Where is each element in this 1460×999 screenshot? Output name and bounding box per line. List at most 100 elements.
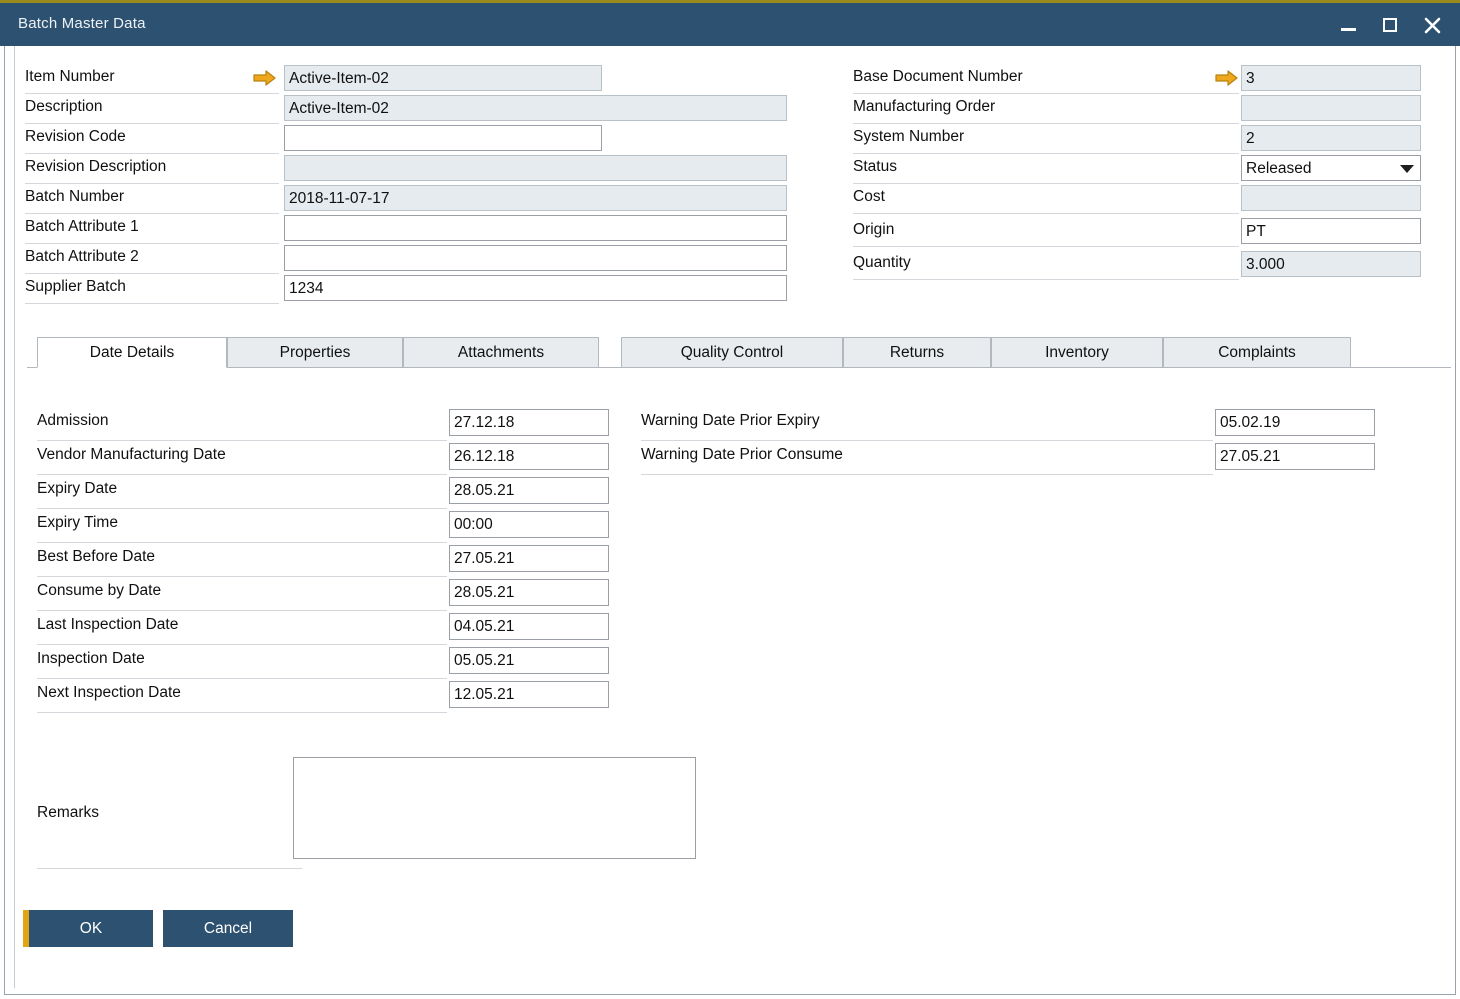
field-row-batch-number: Batch Number 2018-11-07-17 [25, 185, 785, 215]
field-row-manufacturing-order: Manufacturing Order [853, 95, 1433, 125]
field-row-quantity: Quantity 3.000 [853, 251, 1433, 281]
input-warning-date-prior-expiry[interactable]: 05.02.19 [1215, 409, 1375, 436]
batch-master-data-window: Batch Master Data Item Number [0, 0, 1460, 999]
input-quantity[interactable]: 3.000 [1241, 251, 1421, 277]
field-row-origin: Origin PT [853, 218, 1433, 248]
label-warning-date-prior-consume: Warning Date Prior Consume [641, 442, 1213, 475]
input-revision-description[interactable] [284, 155, 787, 181]
label-description: Description [25, 95, 279, 124]
row-warning-date-prior-consume: Warning Date Prior Consume 27.05.21 [641, 442, 1375, 476]
label-expiry-date: Expiry Date [37, 476, 447, 509]
field-row-status: Status Released [853, 155, 1433, 185]
tab-returns[interactable]: Returns [843, 337, 991, 368]
tab-inventory[interactable]: Inventory [991, 337, 1163, 368]
tab-quality-control[interactable]: Quality Control [621, 337, 843, 368]
minimize-button[interactable] [1334, 11, 1362, 39]
input-batch-attribute-2[interactable] [284, 245, 787, 271]
select-status[interactable]: Released [1241, 155, 1421, 181]
tab-bar: Date Details Properties Attachments Qual… [27, 337, 1447, 368]
input-origin[interactable]: PT [1241, 218, 1421, 244]
field-row-system-number: System Number 2 [853, 125, 1433, 155]
base-document-number-link-arrow-icon[interactable] [1215, 69, 1239, 87]
window-controls [1334, 11, 1446, 39]
input-next-inspection-date[interactable]: 12.05.21 [449, 681, 609, 708]
input-item-number[interactable]: Active-Item-02 [284, 65, 602, 91]
label-expiry-time: Expiry Time [37, 510, 447, 543]
field-row-revision-code: Revision Code [25, 125, 785, 155]
input-admission[interactable]: 27.12.18 [449, 409, 609, 436]
label-base-document-number: Base Document Number [853, 65, 1239, 94]
label-revision-description: Revision Description [25, 155, 279, 184]
input-supplier-batch[interactable]: 1234 [284, 275, 787, 301]
row-inspection-date: Inspection Date 05.05.21 [37, 646, 617, 680]
input-expiry-time[interactable]: 00:00 [449, 511, 609, 538]
label-vendor-manufacturing-date: Vendor Manufacturing Date [37, 442, 447, 475]
row-last-inspection-date: Last Inspection Date 04.05.21 [37, 612, 617, 646]
input-best-before-date[interactable]: 27.05.21 [449, 545, 609, 572]
input-description[interactable]: Active-Item-02 [284, 95, 787, 121]
label-batch-attribute-1: Batch Attribute 1 [25, 215, 279, 244]
input-consume-by-date[interactable]: 28.05.21 [449, 579, 609, 606]
active-tab-mask [38, 367, 226, 369]
field-row-revision-description: Revision Description [25, 155, 785, 185]
close-icon [1424, 17, 1441, 34]
input-base-document-number[interactable]: 3 [1241, 65, 1421, 91]
maximize-button[interactable] [1376, 11, 1404, 39]
input-batch-number[interactable]: 2018-11-07-17 [284, 185, 787, 211]
label-remarks: Remarks [37, 757, 302, 869]
input-expiry-date[interactable]: 28.05.21 [449, 477, 609, 504]
window-body: Item Number Active-Item-02 Description A… [4, 46, 1456, 995]
close-button[interactable] [1418, 11, 1446, 39]
input-batch-attribute-1[interactable] [284, 215, 787, 241]
row-warning-date-prior-expiry: Warning Date Prior Expiry 05.02.19 [641, 408, 1375, 442]
row-best-before-date: Best Before Date 27.05.21 [37, 544, 617, 578]
field-row-cost: Cost [853, 185, 1433, 215]
label-admission: Admission [37, 408, 447, 441]
chevron-down-icon[interactable] [1400, 165, 1414, 173]
window-title: Batch Master Data [18, 15, 146, 32]
tab-date-details[interactable]: Date Details [37, 337, 227, 368]
input-last-inspection-date[interactable]: 04.05.21 [449, 613, 609, 640]
label-batch-number: Batch Number [25, 185, 279, 214]
input-cost[interactable] [1241, 185, 1421, 211]
field-row-batch-attribute-1: Batch Attribute 1 [25, 215, 785, 245]
row-consume-by-date: Consume by Date 28.05.21 [37, 578, 617, 612]
cancel-button[interactable]: Cancel [163, 910, 293, 947]
tab-attachments[interactable]: Attachments [403, 337, 599, 368]
label-next-inspection-date: Next Inspection Date [37, 680, 447, 713]
label-batch-attribute-2: Batch Attribute 2 [25, 245, 279, 274]
label-status: Status [853, 155, 1239, 184]
input-remarks[interactable] [293, 757, 696, 859]
row-expiry-time: Expiry Time 00:00 [37, 510, 617, 544]
label-inspection-date: Inspection Date [37, 646, 447, 679]
input-warning-date-prior-consume[interactable]: 27.05.21 [1215, 443, 1375, 470]
input-system-number[interactable]: 2 [1241, 125, 1421, 151]
label-consume-by-date: Consume by Date [37, 578, 447, 611]
field-row-supplier-batch: Supplier Batch 1234 [25, 275, 785, 305]
input-manufacturing-order[interactable] [1241, 95, 1421, 121]
label-item-number: Item Number [25, 65, 279, 94]
label-system-number: System Number [853, 125, 1239, 154]
row-next-inspection-date: Next Inspection Date 12.05.21 [37, 680, 617, 714]
row-expiry-date: Expiry Date 28.05.21 [37, 476, 617, 510]
input-inspection-date[interactable]: 05.05.21 [449, 647, 609, 674]
tab-properties[interactable]: Properties [227, 337, 403, 368]
field-row-description: Description Active-Item-02 [25, 95, 785, 125]
ok-button[interactable]: OK [23, 910, 153, 947]
label-cost: Cost [853, 185, 1239, 214]
label-supplier-batch: Supplier Batch [25, 275, 279, 304]
input-vendor-manufacturing-date[interactable]: 26.12.18 [449, 443, 609, 470]
item-number-link-arrow-icon[interactable] [253, 69, 277, 87]
field-row-batch-attribute-2: Batch Attribute 2 [25, 245, 785, 275]
tab-complaints[interactable]: Complaints [1163, 337, 1351, 368]
label-best-before-date: Best Before Date [37, 544, 447, 577]
field-row-base-document-number: Base Document Number 3 [853, 65, 1433, 95]
label-revision-code: Revision Code [25, 125, 279, 154]
input-revision-code[interactable] [284, 125, 602, 151]
status-selected-value: Released [1246, 160, 1312, 177]
row-admission: Admission 27.12.18 [37, 408, 617, 442]
maximize-icon [1383, 18, 1397, 32]
header-form: Item Number Active-Item-02 Description A… [5, 46, 1457, 311]
label-last-inspection-date: Last Inspection Date [37, 612, 447, 645]
label-quantity: Quantity [853, 251, 1239, 280]
